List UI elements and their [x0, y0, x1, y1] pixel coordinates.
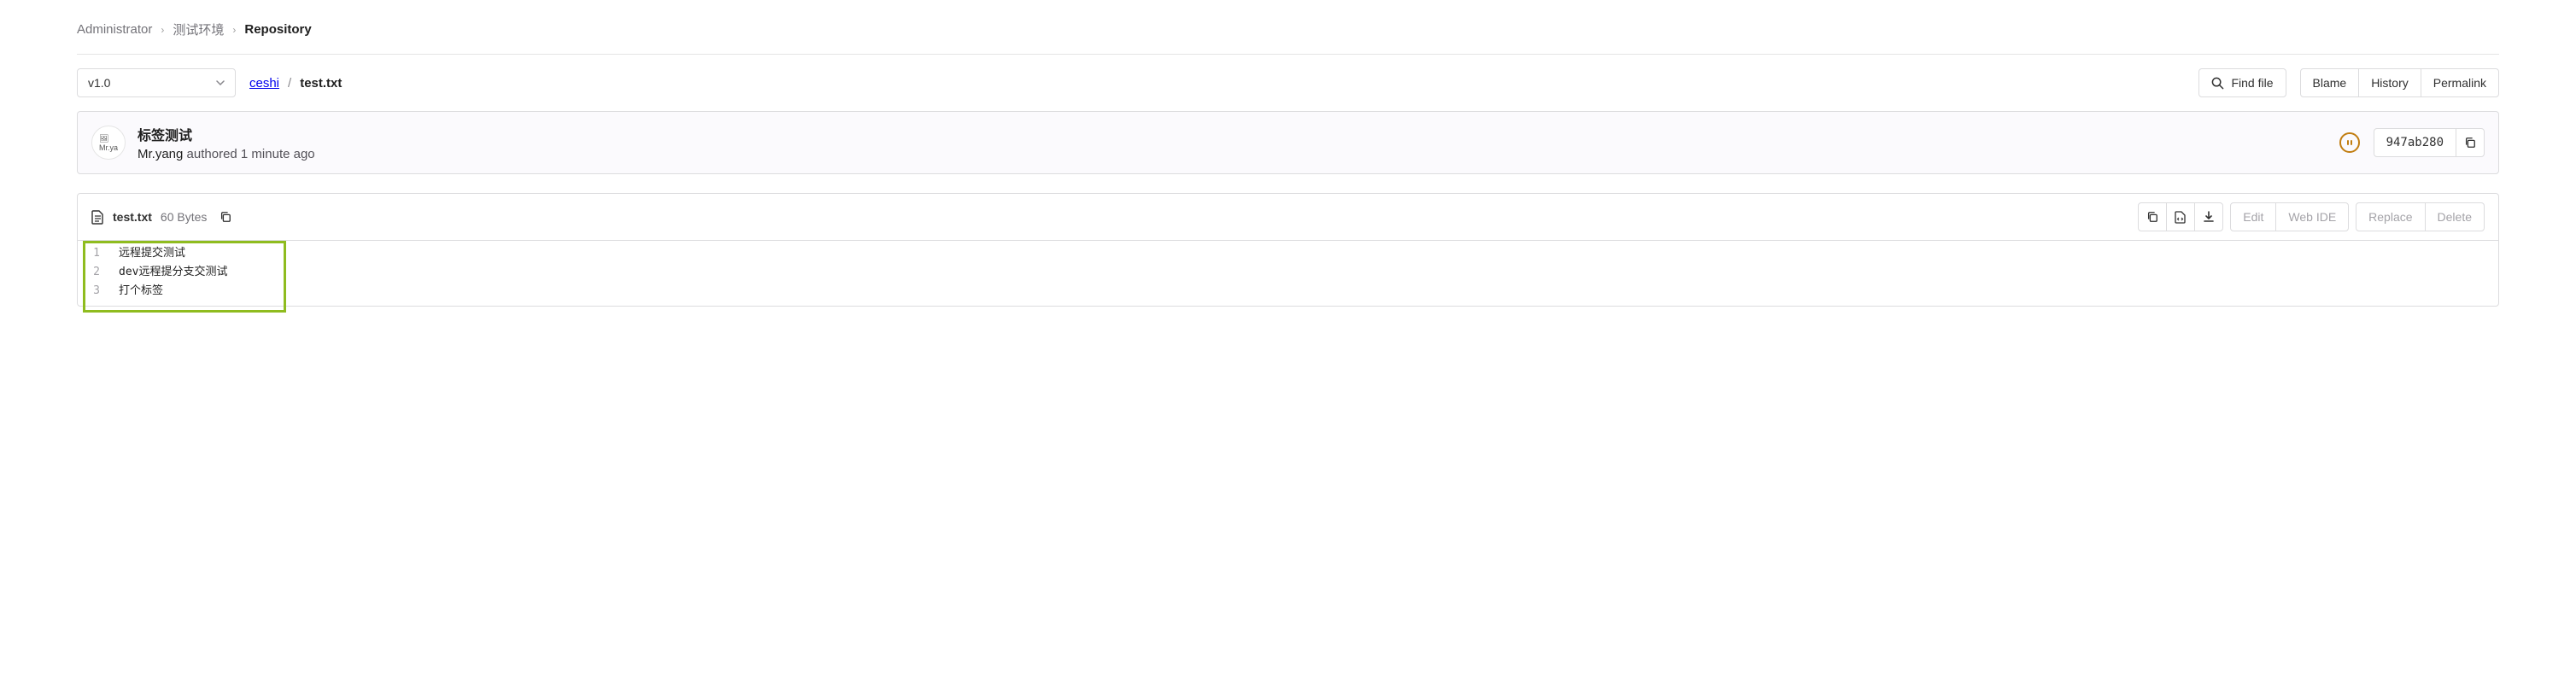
- history-button[interactable]: History: [2358, 68, 2421, 97]
- commit-meta: Mr.yang authored 1 minute ago: [138, 147, 2339, 161]
- line-number[interactable]: 2: [78, 263, 108, 282]
- commit-author[interactable]: Mr.yang: [138, 147, 183, 161]
- code-line: 1远程提交测试: [78, 244, 2498, 263]
- raw-button[interactable]: [2166, 202, 2195, 231]
- breadcrumb-item[interactable]: Administrator: [77, 22, 152, 37]
- code-contents: 1远程提交测试 2dev远程提分支交测试 3打个标签: [78, 241, 2498, 306]
- line-number[interactable]: 1: [78, 244, 108, 263]
- chevron-down-icon: [216, 80, 225, 85]
- copy-contents-button[interactable]: [2138, 202, 2167, 231]
- download-icon: [2203, 211, 2215, 223]
- code-line: 2dev远程提分支交测试: [78, 263, 2498, 282]
- file-header: test.txt 60 Bytes: [78, 194, 2498, 241]
- copy-icon: [2146, 211, 2158, 223]
- copy-icon: [2464, 137, 2476, 149]
- pipeline-status-pending-icon[interactable]: [2339, 132, 2360, 153]
- path-separator: /: [288, 76, 291, 91]
- commit-time: 1 minute ago: [241, 147, 315, 161]
- document-code-icon: [2175, 211, 2187, 224]
- avatar-alt-text: 🖼Mr.ya: [99, 134, 118, 152]
- file-name: test.txt: [113, 210, 152, 224]
- file-viewer: test.txt 60 Bytes: [77, 193, 2499, 307]
- file-toolbar: v1.0 ceshi / test.txt Find file Blame Hi…: [77, 55, 2499, 111]
- permalink-button[interactable]: Permalink: [2421, 68, 2499, 97]
- web-ide-button[interactable]: Web IDE: [2275, 202, 2349, 231]
- search-icon: [2211, 77, 2224, 90]
- copy-icon: [220, 211, 231, 223]
- document-icon: [91, 210, 104, 225]
- path-dir[interactable]: ceshi: [249, 76, 279, 91]
- find-file-button[interactable]: Find file: [2198, 68, 2286, 97]
- path-file: test.txt: [300, 76, 342, 91]
- copy-path-button[interactable]: [215, 207, 236, 227]
- copy-sha-button[interactable]: [2456, 128, 2485, 157]
- commit-title[interactable]: 标签测试: [138, 124, 2339, 144]
- breadcrumb: Administrator › 测试环境 › Repository: [77, 17, 2499, 55]
- download-button[interactable]: [2194, 202, 2223, 231]
- breadcrumb-current: Repository: [244, 22, 311, 37]
- delete-button[interactable]: Delete: [2425, 202, 2485, 231]
- find-file-label: Find file: [2231, 76, 2273, 90]
- chevron-right-icon: ›: [232, 24, 236, 36]
- replace-button[interactable]: Replace: [2356, 202, 2425, 231]
- branch-selector[interactable]: v1.0: [77, 68, 236, 97]
- commit-info-panel: 🖼Mr.ya 标签测试 Mr.yang authored 1 minute ag…: [77, 111, 2499, 174]
- commit-action: authored: [187, 147, 237, 161]
- blame-button[interactable]: Blame: [2300, 68, 2360, 97]
- file-actions-group: Blame History Permalink: [2300, 68, 2500, 97]
- file-path: ceshi / test.txt: [249, 76, 342, 91]
- edit-button[interactable]: Edit: [2230, 202, 2276, 231]
- avatar: 🖼Mr.ya: [91, 126, 126, 160]
- commit-sha[interactable]: 947ab280: [2374, 128, 2456, 157]
- code-line: 3打个标签: [78, 282, 2498, 301]
- chevron-right-icon: ›: [161, 24, 164, 36]
- branch-selector-value: v1.0: [88, 76, 110, 90]
- line-number[interactable]: 3: [78, 282, 108, 301]
- commit-sha-group: 947ab280: [2374, 128, 2485, 157]
- breadcrumb-item[interactable]: 测试环境: [173, 20, 224, 38]
- file-size: 60 Bytes: [161, 210, 207, 224]
